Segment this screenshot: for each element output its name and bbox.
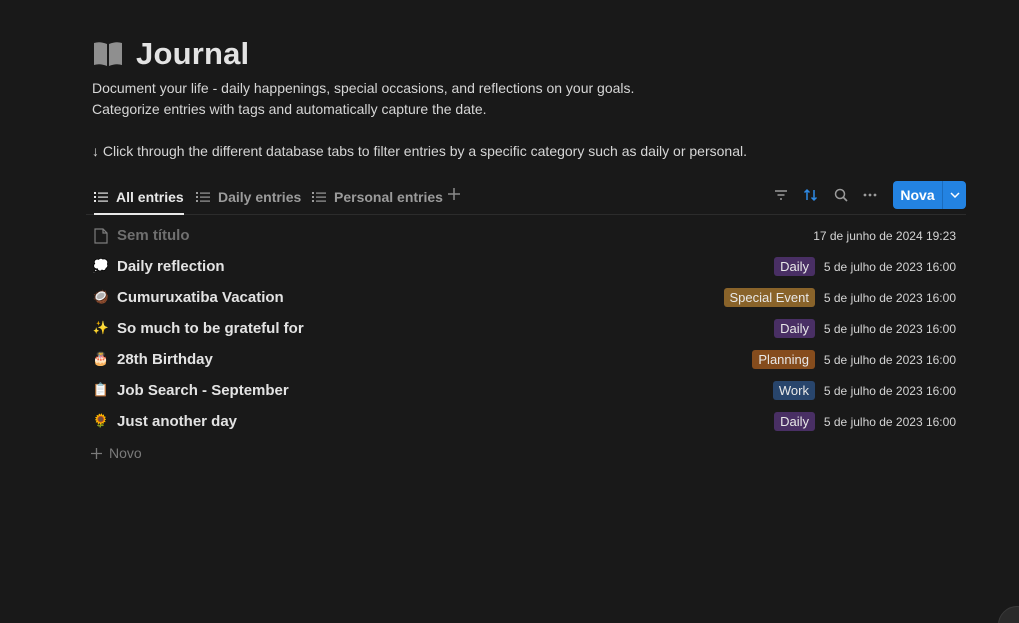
description-line: ↓ Click through the different database t… <box>92 143 747 159</box>
tab-label: Personal entries <box>334 188 443 205</box>
page-title: Journal <box>136 36 250 71</box>
new-entry-dropdown[interactable] <box>943 192 966 198</box>
tab-daily-entries[interactable]: Daily entries <box>196 180 301 213</box>
page-icon <box>92 227 110 244</box>
entry-date: 5 de julho de 2023 16:00 <box>823 321 956 336</box>
thought-balloon-icon: 💭 <box>92 259 110 274</box>
list-item[interactable]: 📋 Job Search - September Work 5 de julho… <box>86 375 966 406</box>
add-new-row-label: Novo <box>109 445 142 461</box>
tab-label: Daily entries <box>218 188 302 205</box>
entry-date: 5 de julho de 2023 16:00 <box>823 383 956 398</box>
list-item[interactable]: 🎂 28th Birthday Planning 5 de julho de 2… <box>86 344 966 375</box>
tab-personal-entries[interactable]: Personal entries <box>312 180 443 213</box>
journal-page: Journal Document your life - daily happe… <box>0 0 1019 623</box>
add-new-row-button[interactable]: Novo <box>90 443 142 463</box>
tab-label: All entries <box>116 188 184 205</box>
clipboard-icon: 📋 <box>92 383 110 398</box>
list-item[interactable]: 🌻 Just another day Daily 5 de julho de 2… <box>86 406 966 437</box>
entry-title: Job Search - September <box>117 382 289 399</box>
tag-badge: Special Event <box>723 288 815 307</box>
entry-title: 28th Birthday <box>117 351 213 368</box>
tag-badge: Daily <box>774 412 815 431</box>
entry-title: Cumuruxatiba Vacation <box>117 289 284 306</box>
entry-title: Just another day <box>117 413 238 430</box>
list-item[interactable]: Sem título 17 de junho de 2024 19:23 <box>86 220 966 251</box>
filter-button[interactable] <box>769 181 793 209</box>
list-icon <box>312 191 326 202</box>
list-item[interactable]: 💭 Daily reflection Daily 5 de julho de 2… <box>86 251 966 282</box>
chevron-down-icon <box>949 192 960 198</box>
tag-badge: Daily <box>774 257 815 276</box>
more-options-button[interactable] <box>858 181 882 209</box>
tag-badge: Work <box>772 381 815 400</box>
open-book-icon <box>94 42 122 66</box>
tag-badge: Daily <box>774 319 815 338</box>
description-line: Categorize entries with tags and automat… <box>92 101 487 117</box>
entry-date: 5 de julho de 2023 16:00 <box>823 259 956 274</box>
new-entry-button-group: Nova <box>893 181 966 209</box>
search-button[interactable] <box>829 181 853 209</box>
more-icon <box>863 193 877 197</box>
sparkles-icon: ✨ <box>92 321 110 336</box>
entry-title: Daily reflection <box>117 258 225 275</box>
entry-title: Sem título <box>117 227 190 244</box>
sort-icon <box>803 188 818 202</box>
sort-button[interactable] <box>799 181 823 209</box>
entry-date: 5 de julho de 2023 16:00 <box>823 352 956 367</box>
entry-title: So much to be grateful for <box>117 320 304 337</box>
search-icon <box>834 188 848 202</box>
filter-icon <box>775 190 787 200</box>
entry-date: 5 de julho de 2023 16:00 <box>823 414 956 429</box>
list-icon <box>94 191 108 202</box>
help-button[interactable] <box>998 606 1019 623</box>
sunflower-icon: 🌻 <box>92 414 110 429</box>
add-view-icon[interactable] <box>446 186 462 202</box>
new-entry-button[interactable]: Nova <box>893 187 942 203</box>
list-item[interactable]: ✨ So much to be grateful for Daily 5 de … <box>86 313 966 344</box>
page-description: Document your life - daily happenings, s… <box>92 78 747 162</box>
list-icon <box>196 191 210 202</box>
entry-date: 17 de junho de 2024 19:23 <box>813 228 956 243</box>
tag-badge: Planning <box>752 350 815 369</box>
tab-all-entries[interactable]: All entries <box>94 180 184 215</box>
entries-list: Sem título 17 de junho de 2024 19:23 💭 D… <box>86 220 966 437</box>
plus-icon <box>91 447 102 459</box>
entry-date: 5 de julho de 2023 16:00 <box>823 290 956 305</box>
list-item[interactable]: 🥥 Cumuruxatiba Vacation Special Event 5 … <box>86 282 966 313</box>
page-header: Journal <box>92 36 249 72</box>
birthday-cake-icon: 🎂 <box>92 352 110 367</box>
description-line: Document your life - daily happenings, s… <box>92 80 635 96</box>
coconut-icon: 🥥 <box>92 290 110 305</box>
